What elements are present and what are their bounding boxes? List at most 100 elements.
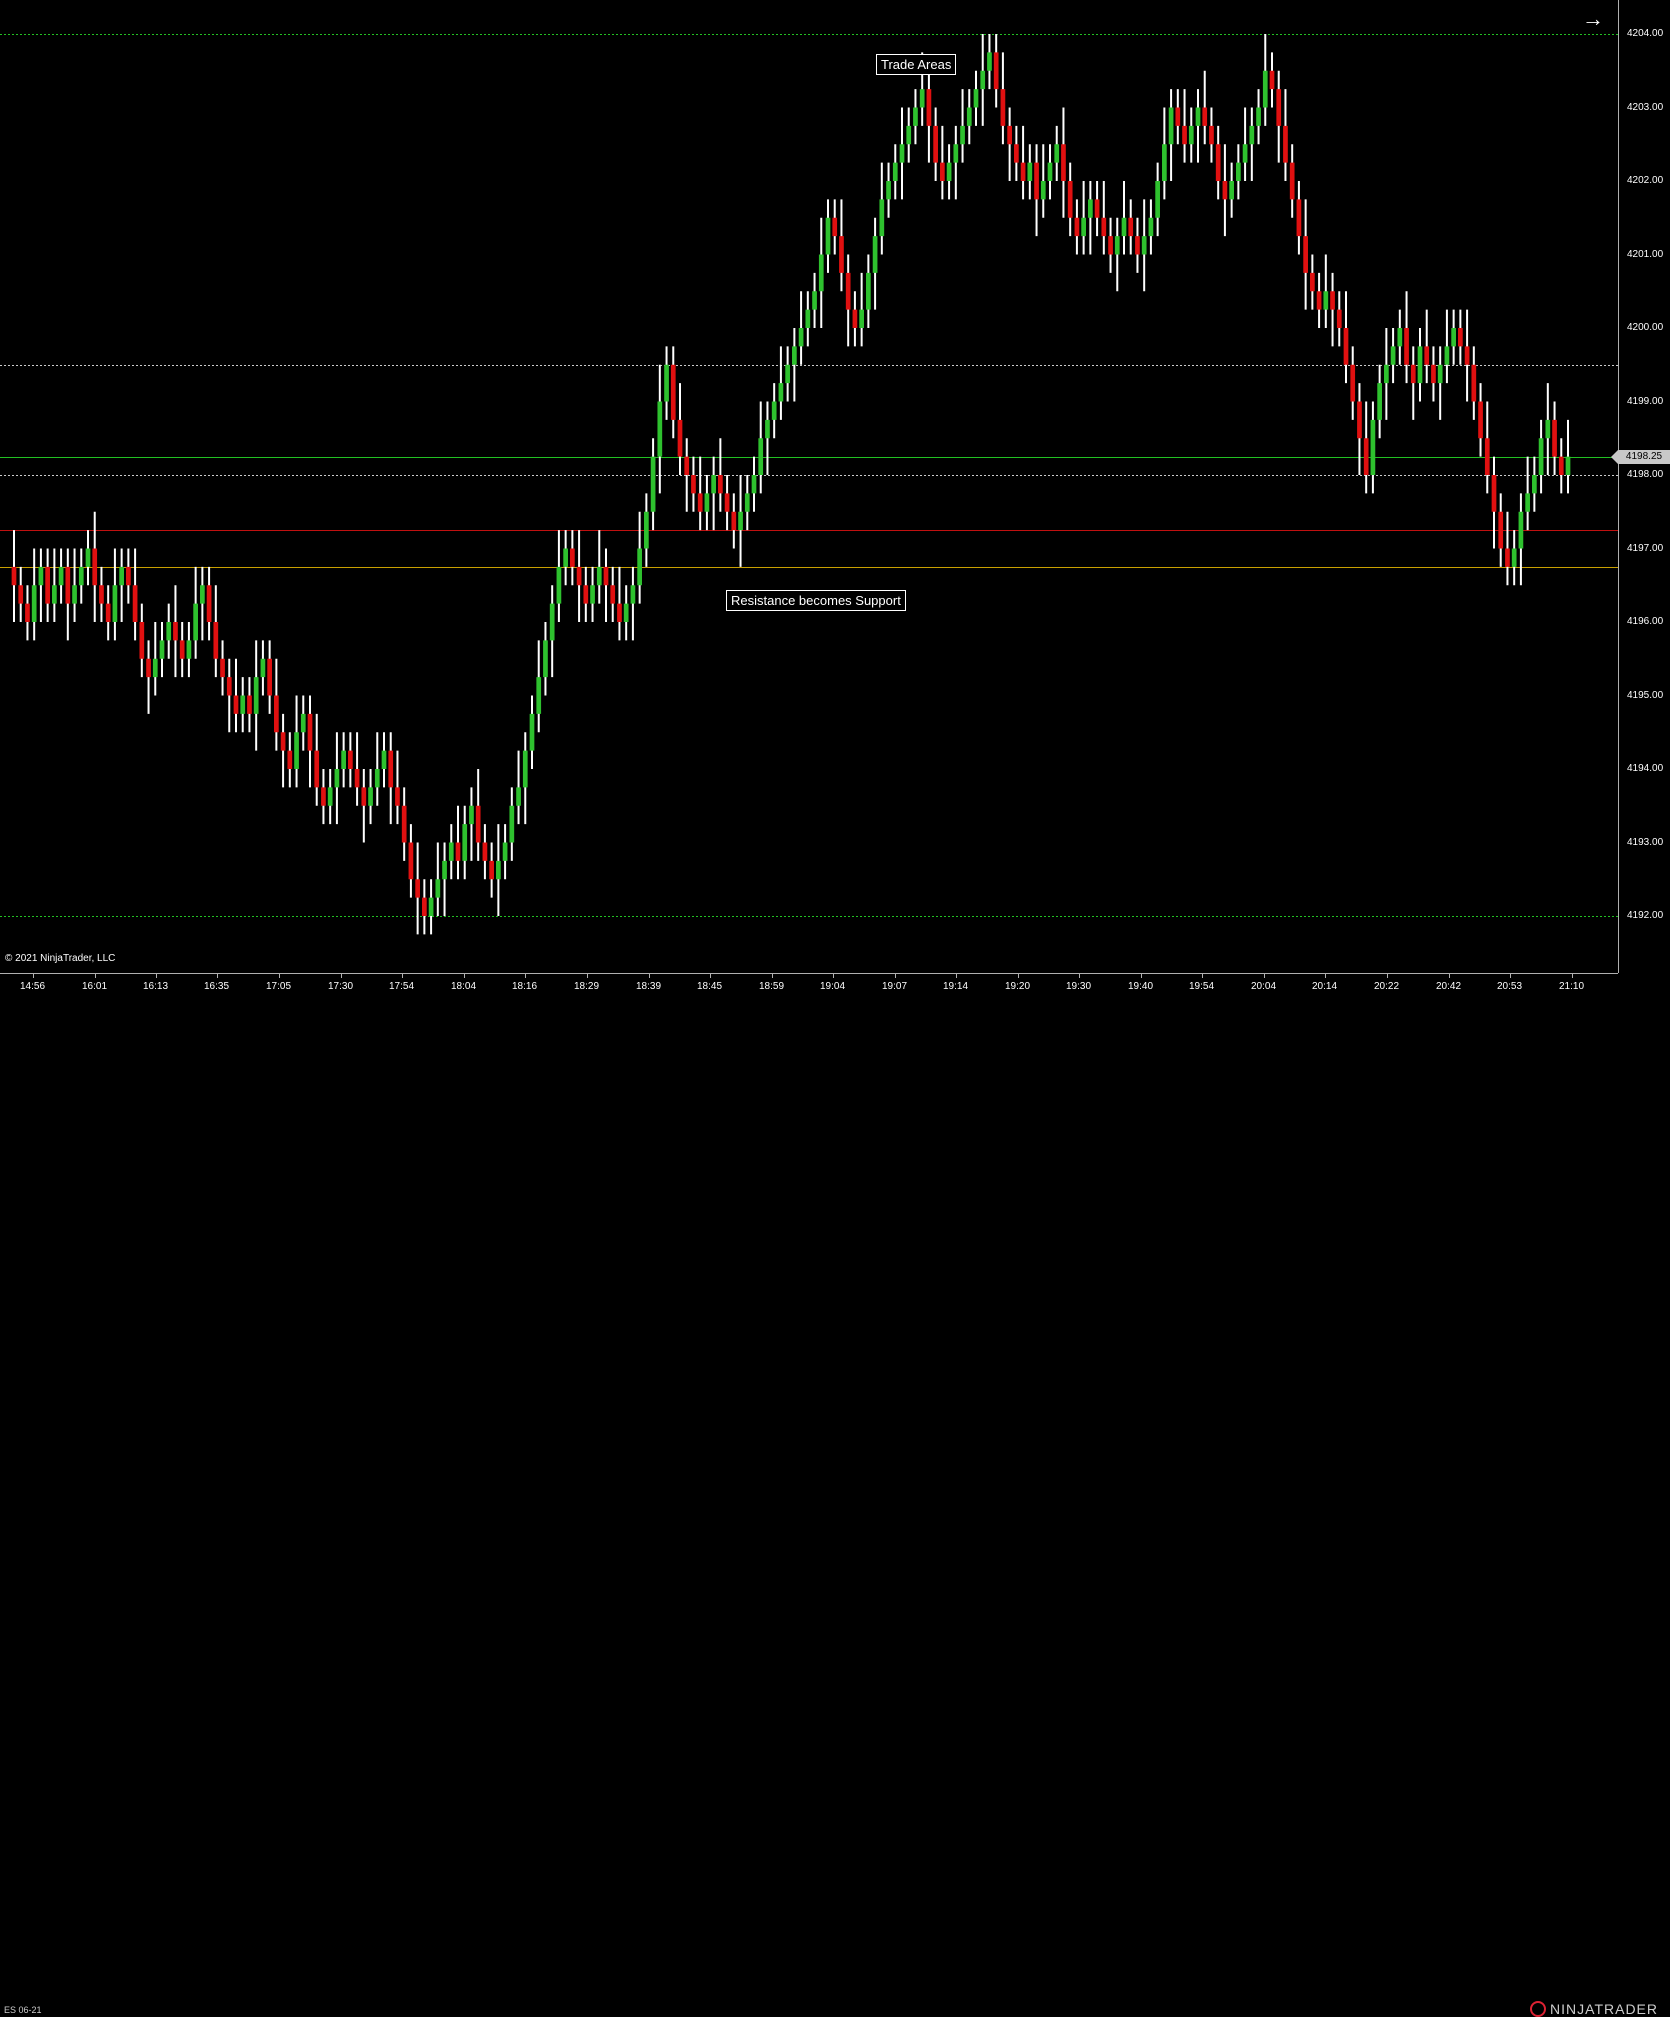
candle[interactable]: [1377, 364, 1382, 439]
candle[interactable]: [960, 89, 965, 163]
candle[interactable]: [1242, 107, 1248, 182]
candle[interactable]: [327, 769, 333, 825]
candle[interactable]: [543, 622, 548, 696]
candle[interactable]: [1532, 456, 1537, 512]
candle[interactable]: [186, 622, 192, 678]
candle[interactable]: [549, 585, 555, 678]
candle[interactable]: [58, 548, 64, 604]
candle[interactable]: [1357, 383, 1362, 475]
candle[interactable]: [442, 842, 447, 917]
candle[interactable]: [1289, 144, 1295, 218]
candle[interactable]: [1128, 199, 1134, 255]
candle[interactable]: [522, 732, 528, 825]
candle[interactable]: [1061, 107, 1066, 218]
candle[interactable]: [617, 566, 622, 641]
candle[interactable]: [1067, 162, 1073, 237]
candle[interactable]: [1155, 162, 1160, 237]
candle[interactable]: [1222, 144, 1228, 237]
candle[interactable]: [859, 272, 864, 347]
candle[interactable]: [1121, 181, 1127, 255]
candle[interactable]: [818, 217, 824, 328]
candle[interactable]: [455, 805, 461, 880]
candle[interactable]: [1511, 530, 1517, 586]
candle[interactable]: [623, 585, 629, 641]
candle[interactable]: [105, 585, 111, 641]
candle[interactable]: [744, 475, 750, 531]
candle[interactable]: [368, 769, 373, 825]
candle[interactable]: [200, 566, 205, 641]
candle[interactable]: [1370, 401, 1376, 494]
candle[interactable]: [85, 530, 91, 586]
candle[interactable]: [1114, 217, 1120, 292]
candle[interactable]: [1081, 181, 1086, 255]
candle[interactable]: [1074, 199, 1080, 255]
candle[interactable]: [691, 456, 696, 512]
candle[interactable]: [247, 677, 252, 733]
candle[interactable]: [213, 585, 219, 678]
candle[interactable]: [1188, 107, 1194, 163]
candle[interactable]: [596, 530, 602, 604]
candle[interactable]: [845, 254, 851, 347]
candle[interactable]: [220, 640, 225, 696]
candle[interactable]: [173, 585, 178, 678]
candle[interactable]: [724, 475, 730, 531]
candle[interactable]: [469, 787, 474, 861]
candle[interactable]: [1148, 199, 1154, 255]
candle[interactable]: [711, 456, 716, 531]
candle[interactable]: [1034, 144, 1039, 237]
candle[interactable]: [119, 548, 124, 623]
candle[interactable]: [946, 144, 952, 200]
candle[interactable]: [314, 713, 320, 806]
candle[interactable]: [1404, 291, 1409, 384]
candle[interactable]: [1229, 162, 1234, 218]
candle[interactable]: [1323, 254, 1329, 329]
candle[interactable]: [422, 879, 427, 935]
candle[interactable]: [637, 511, 642, 604]
candle[interactable]: [1276, 70, 1282, 163]
candle[interactable]: [31, 548, 37, 641]
candle[interactable]: [1491, 456, 1497, 549]
candle[interactable]: [879, 162, 885, 255]
candle[interactable]: [1363, 401, 1369, 494]
candle[interactable]: [1296, 181, 1302, 255]
candle[interactable]: [1209, 107, 1214, 163]
candle[interactable]: [718, 438, 723, 512]
candle[interactable]: [1458, 309, 1463, 365]
candle[interactable]: [738, 475, 743, 567]
price-axis[interactable]: 4204.00 4203.00 4202.00 4201.00 4200.00 4199.…: [1618, 0, 1670, 973]
candle[interactable]: [825, 199, 831, 273]
candle[interactable]: [906, 107, 912, 163]
candle[interactable]: [590, 566, 595, 622]
candle[interactable]: [1175, 89, 1181, 145]
candle[interactable]: [771, 383, 777, 439]
candle[interactable]: [1249, 107, 1255, 182]
candle[interactable]: [1040, 144, 1046, 218]
candle[interactable]: [1000, 52, 1006, 145]
candle[interactable]: [321, 769, 326, 825]
candle[interactable]: [401, 787, 407, 861]
candle[interactable]: [240, 677, 246, 733]
candle[interactable]: [428, 879, 434, 935]
candle[interactable]: [556, 530, 562, 622]
candle[interactable]: [1195, 89, 1201, 163]
candle[interactable]: [300, 695, 306, 751]
candle[interactable]: [462, 805, 468, 880]
candle[interactable]: [388, 732, 394, 825]
candle[interactable]: [307, 695, 313, 788]
candle[interactable]: [1343, 291, 1349, 384]
candle[interactable]: [99, 566, 104, 622]
candle[interactable]: [751, 456, 757, 512]
candle[interactable]: [381, 732, 387, 788]
candle[interactable]: [415, 842, 420, 935]
candle[interactable]: [1498, 493, 1504, 567]
candle[interactable]: [1350, 346, 1356, 420]
candle[interactable]: [482, 824, 488, 880]
candle[interactable]: [206, 566, 212, 641]
candle[interactable]: [146, 640, 151, 714]
candle[interactable]: [408, 824, 414, 898]
candle[interactable]: [38, 548, 44, 623]
candle[interactable]: [166, 603, 172, 659]
candle[interactable]: [1014, 125, 1019, 181]
candle[interactable]: [1101, 181, 1107, 255]
candle[interactable]: [1451, 309, 1456, 365]
